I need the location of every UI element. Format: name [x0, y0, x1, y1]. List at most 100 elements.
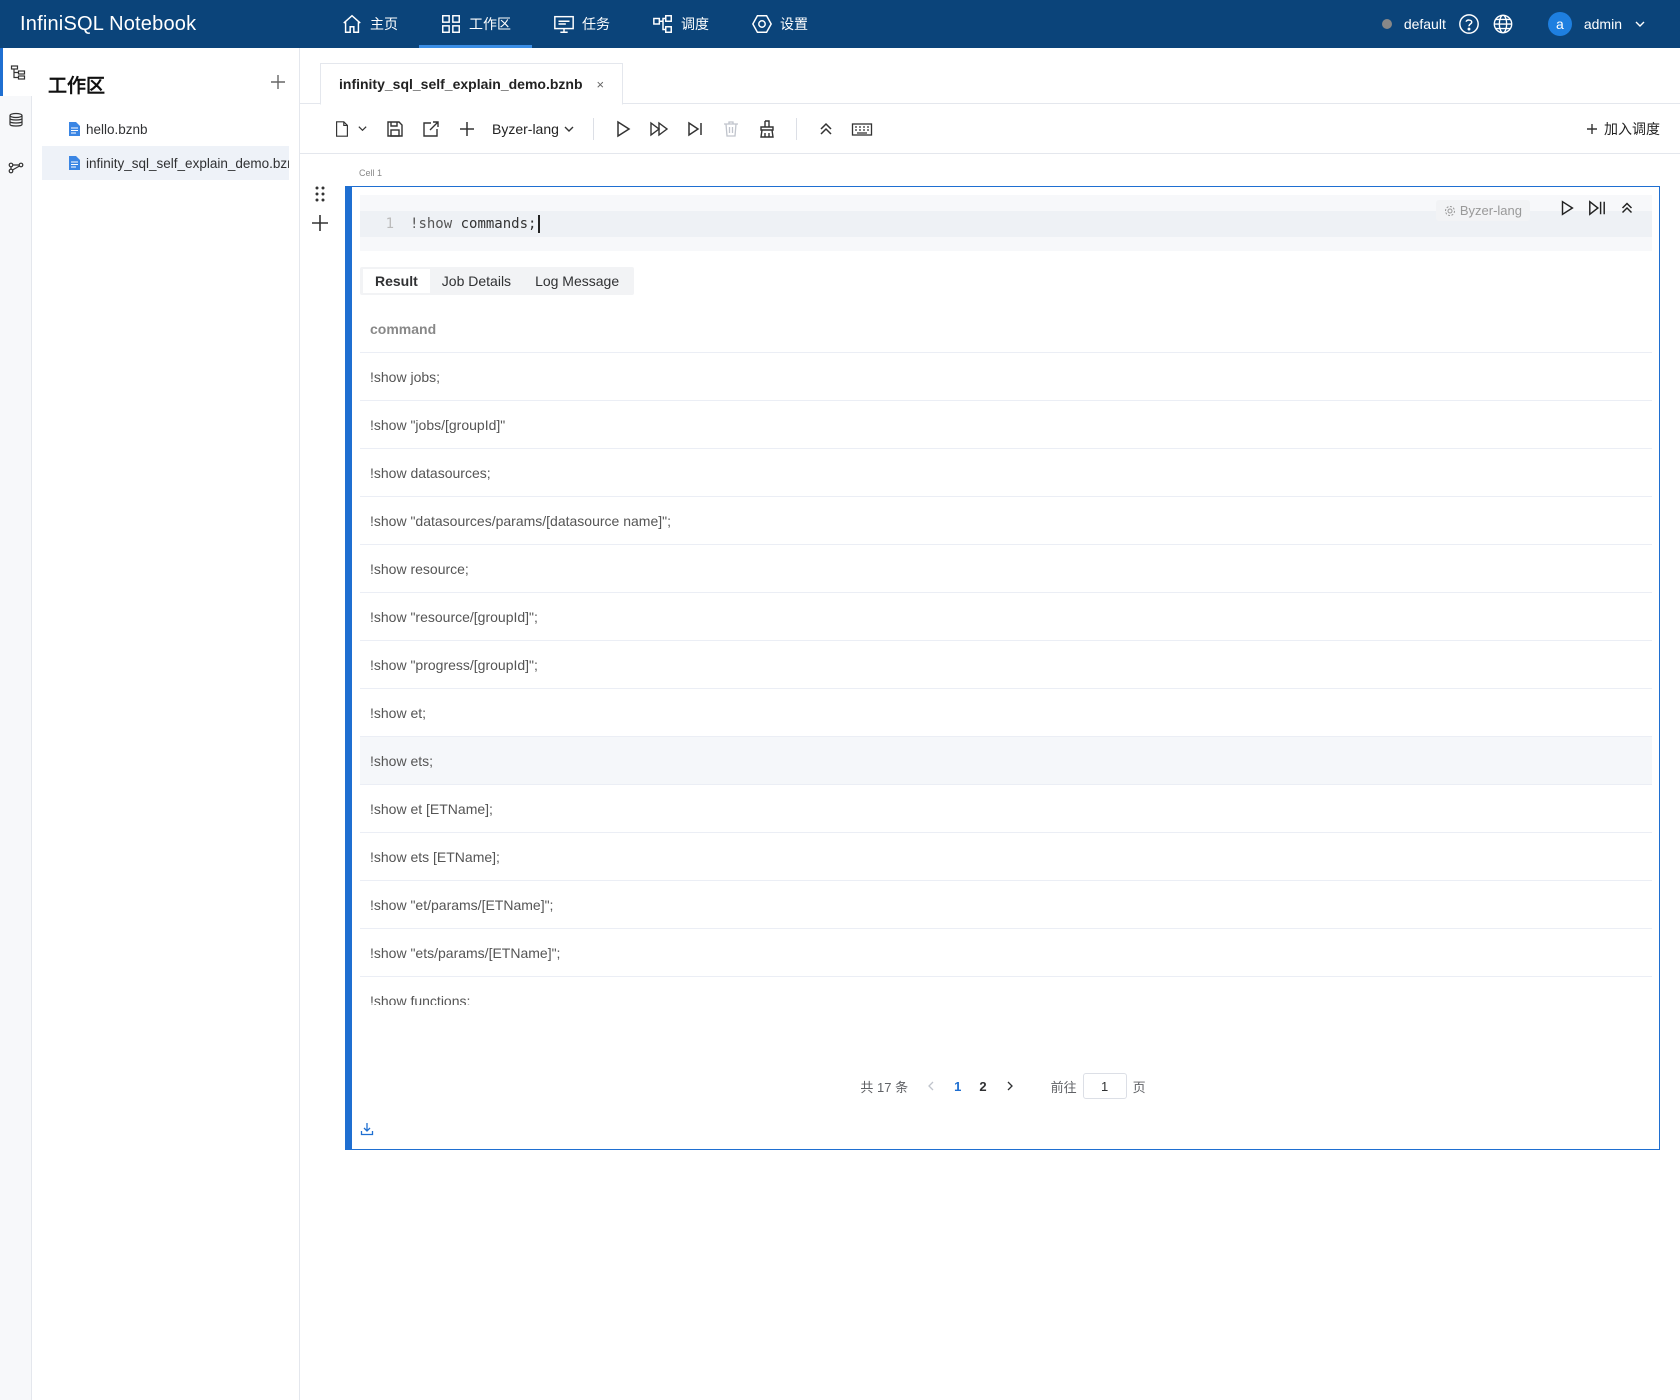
- download-icon[interactable]: [360, 1122, 374, 1136]
- delete-cell-button[interactable]: [720, 118, 742, 140]
- code-editor[interactable]: 1 ! show commands; Byzer-lang: [360, 195, 1652, 251]
- file-tree: hello.bznb infinity_sql_self_explain_dem…: [32, 112, 299, 180]
- nav-settings-label: 设置: [780, 16, 808, 32]
- tab-log-message[interactable]: Log Message: [523, 269, 631, 293]
- add-cell-button[interactable]: [456, 118, 478, 140]
- nav-tasks[interactable]: 任务: [532, 0, 631, 48]
- file-item-hello[interactable]: hello.bznb: [32, 112, 289, 146]
- close-icon[interactable]: ×: [597, 77, 605, 92]
- avatar[interactable]: a: [1547, 12, 1572, 36]
- table-row[interactable]: !show resource;: [360, 545, 1652, 593]
- result-rows[interactable]: !show jobs; !show "jobs/[groupId]" !show d…: [360, 353, 1652, 1005]
- toolbar-divider: [795, 117, 797, 140]
- nav-workspace[interactable]: 工作区: [419, 0, 532, 48]
- language-select[interactable]: Byzer-lang: [492, 121, 575, 137]
- left-icon-rail: [0, 48, 32, 1400]
- plus-icon: [460, 121, 474, 136]
- collapse-all-button[interactable]: [815, 118, 837, 140]
- clear-output-button[interactable]: [756, 118, 778, 140]
- table-row[interactable]: !show et;: [360, 689, 1652, 737]
- user-name[interactable]: admin: [1584, 16, 1622, 32]
- rail-database[interactable]: [0, 96, 32, 144]
- app-brand[interactable]: InfiniSQL Notebook: [0, 13, 320, 36]
- table-row[interactable]: !show "resource/[groupId]";: [360, 593, 1652, 641]
- run-and-advance-button[interactable]: [1588, 199, 1606, 222]
- add-file-button[interactable]: [269, 73, 287, 95]
- cell-label: Cell 1: [359, 168, 383, 178]
- table-row[interactable]: !show functions;: [360, 977, 1652, 1006]
- drag-handle-icon[interactable]: [310, 184, 330, 209]
- page-1[interactable]: 1: [954, 1079, 961, 1094]
- run-to-end-button[interactable]: [684, 118, 706, 140]
- text-caret: [538, 215, 541, 233]
- run-cell-button[interactable]: [612, 118, 634, 140]
- main-nav: 主页 工作区 任务 调度 设置: [320, 0, 829, 48]
- nav-home[interactable]: 主页: [320, 0, 419, 48]
- column-header-command[interactable]: command: [360, 305, 1652, 353]
- file-item-demo[interactable]: infinity_sql_self_explain_demo.bznb: [42, 146, 289, 180]
- cell-language-badge[interactable]: Byzer-lang: [1435, 200, 1530, 221]
- table-row[interactable]: !show "ets/params/[ETName]";: [360, 929, 1652, 977]
- new-file-button[interactable]: [330, 118, 370, 140]
- page-2[interactable]: 2: [979, 1079, 986, 1094]
- table-row[interactable]: !show ets;: [360, 737, 1652, 785]
- play-icon: [617, 120, 631, 137]
- nav-schedule-label: 调度: [681, 16, 709, 32]
- run-all-button[interactable]: [648, 118, 670, 140]
- rail-workspace-tree[interactable]: [0, 48, 32, 96]
- run-this-cell-button[interactable]: [1558, 199, 1576, 222]
- engine-name[interactable]: default: [1404, 16, 1446, 32]
- table-row[interactable]: !show datasources;: [360, 449, 1652, 497]
- play-pause-icon: [1589, 200, 1605, 216]
- line-number: 1: [385, 216, 394, 232]
- help-icon[interactable]: [1458, 13, 1480, 35]
- insert-cell-button[interactable]: [310, 213, 330, 238]
- rail-workflow[interactable]: [0, 144, 32, 192]
- workspace-icon: [442, 15, 460, 33]
- notebook-cell[interactable]: 1 ! show commands; Byzer-lang Result Job…: [345, 186, 1660, 1150]
- tab-result[interactable]: Result: [363, 269, 430, 293]
- chevron-left-icon: [928, 1081, 934, 1090]
- nav-workspace-label: 工作区: [469, 16, 511, 32]
- goto-page-input[interactable]: 1: [1082, 1073, 1127, 1099]
- table-row[interactable]: !show ets [ETName];: [360, 833, 1652, 881]
- document-tab[interactable]: infinity_sql_self_explain_demo.bznb ×: [320, 63, 624, 105]
- nav-settings[interactable]: 设置: [730, 0, 829, 48]
- table-row[interactable]: !show "datasources/params/[datasource na…: [360, 497, 1652, 545]
- cell-language-label: Byzer-lang: [1459, 203, 1522, 218]
- prev-page-button[interactable]: [926, 1079, 936, 1094]
- table-row[interactable]: !show "jobs/[groupId]": [360, 401, 1652, 449]
- trash-icon: [723, 120, 738, 137]
- add-to-schedule-button[interactable]: 加入调度: [1586, 119, 1660, 139]
- toolbar-divider: [592, 117, 594, 140]
- language-select-value: Byzer-lang: [492, 120, 559, 137]
- cell-actions: Byzer-lang: [1435, 199, 1636, 222]
- table-row[interactable]: !show "et/params/[ETName]";: [360, 881, 1652, 929]
- file-icon: [335, 120, 348, 137]
- keyboard-shortcuts-button[interactable]: [851, 118, 873, 140]
- globe-icon[interactable]: [1492, 13, 1514, 35]
- code-token-keyword: show: [418, 216, 453, 232]
- table-row[interactable]: !show jobs;: [360, 353, 1652, 401]
- monitor-icon: [554, 15, 574, 33]
- collapse-cell-button[interactable]: [1618, 199, 1636, 222]
- tab-job-details[interactable]: Job Details: [430, 269, 523, 293]
- result-tabs: Result Job Details Log Message: [360, 267, 635, 295]
- skip-forward-icon: [688, 121, 702, 136]
- save-button[interactable]: [384, 118, 406, 140]
- code-token-bang: !: [410, 216, 419, 232]
- cell-gutter: [310, 184, 330, 238]
- keyboard-icon: [851, 122, 873, 136]
- next-page-button[interactable]: [1005, 1079, 1015, 1094]
- chevron-down-icon[interactable]: [1634, 18, 1646, 30]
- table-row[interactable]: !show "progress/[groupId]";: [360, 641, 1652, 689]
- sidebar-title: 工作区: [48, 75, 106, 97]
- export-button[interactable]: [420, 118, 442, 140]
- table-row[interactable]: !show et [ETName];: [360, 785, 1652, 833]
- workspace-sidebar: 工作区 hello.bznb infinity_sql_self_explain…: [32, 48, 300, 1400]
- add-to-schedule-label: 加入调度: [1604, 120, 1660, 137]
- file-name: infinity_sql_self_explain_demo.bznb: [86, 155, 289, 171]
- pagination-total: 共 17 条: [860, 1079, 909, 1095]
- top-nav-bar: InfiniSQL Notebook 主页 工作区 任务 调度 设置 defau…: [0, 0, 1680, 48]
- nav-schedule[interactable]: 调度: [631, 0, 730, 48]
